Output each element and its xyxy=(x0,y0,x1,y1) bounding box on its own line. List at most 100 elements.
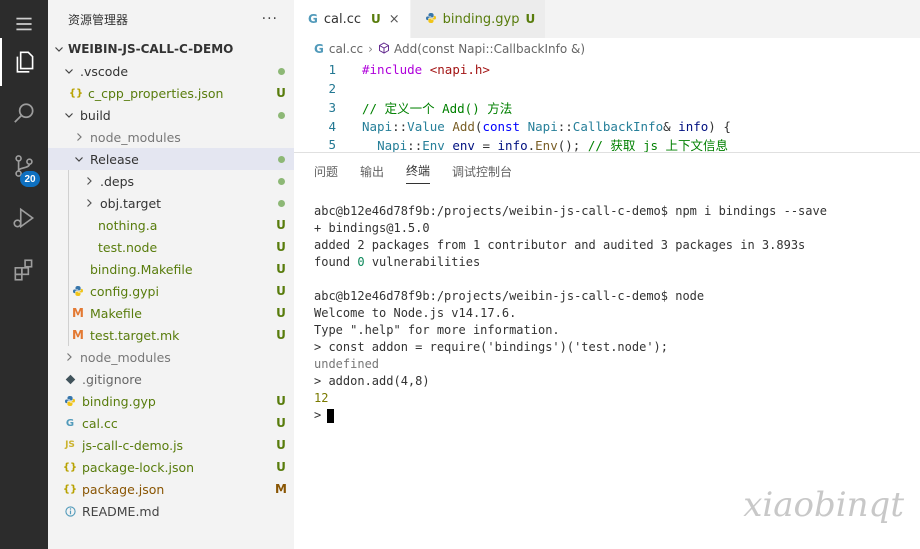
tree-item-binding-makefile[interactable]: binding.Makefile U xyxy=(48,258,294,280)
panel-tab-debug-console[interactable]: 调试控制台 xyxy=(452,159,512,184)
tree-item-obj-target[interactable]: obj.target xyxy=(48,192,294,214)
git-status: U xyxy=(276,394,286,408)
tree-item-label: .deps xyxy=(100,173,135,189)
watermark: xiaobinqt xyxy=(743,485,904,525)
panel-tab-problems[interactable]: 问题 xyxy=(314,159,338,184)
tab-git-status: U xyxy=(371,12,381,26)
tab-binding-gyp[interactable]: binding.gyp U xyxy=(410,0,547,38)
panel-tab-terminal[interactable]: 终端 xyxy=(406,158,431,184)
json-file-icon: {} xyxy=(62,483,78,495)
bottom-panel: 问题 输出 终端 调试控制台 abc@b12e46d78f9b:/project… xyxy=(294,152,920,549)
python-file-icon xyxy=(425,12,437,27)
tree-item-release[interactable]: Release xyxy=(48,148,294,170)
run-debug-icon[interactable] xyxy=(0,194,48,242)
code-line-5[interactable]: 5 Napi::Env env = info.Env(); // 获取 js 上… xyxy=(294,136,728,153)
git-status-dot xyxy=(268,174,294,188)
chevron-down-icon xyxy=(62,60,76,82)
breadcrumb-symbol[interactable]: Add(const Napi::CallbackInfo &) xyxy=(394,42,585,56)
json-file-icon: {} xyxy=(68,87,84,99)
tree-item-package-json[interactable]: {} package.json M xyxy=(48,478,294,500)
editor: G cal.cc U × binding.gyp U G cal.cc › Ad… xyxy=(294,0,920,152)
terminal-line: abc@b12e46d78f9b:/projects/weibin-js-cal… xyxy=(314,204,827,218)
explorer-sidebar: 资源管理器 ··· WEIBIN-JS-CALL-C-DEMO .vscode … xyxy=(48,0,294,549)
tree-item-label: cal.cc xyxy=(82,415,118,431)
git-status: U xyxy=(276,240,286,254)
cpp-file-icon: G xyxy=(314,42,324,56)
breadcrumb-file[interactable]: cal.cc xyxy=(329,42,363,56)
tab-label: cal.cc xyxy=(323,11,362,27)
chevron-right-icon xyxy=(62,346,76,368)
tree-item-test-target-mk[interactable]: M test.target.mk U xyxy=(48,324,294,346)
tree-item-label: package.json xyxy=(82,481,165,497)
close-icon[interactable]: × xyxy=(389,12,400,27)
terminal-line: 12 xyxy=(314,391,329,405)
code-line-3[interactable]: 3 // 定义一个 Add() 方法 xyxy=(294,98,512,117)
tree-item-binding-gyp[interactable]: binding.gyp U xyxy=(48,390,294,412)
terminal-line: added 2 packages from 1 contributor and … xyxy=(314,238,806,252)
python-file-icon xyxy=(62,395,78,407)
terminal-line: abc@b12e46d78f9b:/projects/weibin-js-cal… xyxy=(314,289,705,303)
line-number: 3 xyxy=(328,100,336,115)
cpp-file-icon: G xyxy=(308,12,318,26)
tree-item-label: Makefile xyxy=(90,305,142,321)
panel-tab-output[interactable]: 输出 xyxy=(360,159,384,184)
code-line-4[interactable]: 4 Napi::Value Add(const Napi::CallbackIn… xyxy=(294,117,730,136)
tab-cal-cc[interactable]: G cal.cc U × xyxy=(294,0,411,38)
chevron-down-icon xyxy=(72,148,86,170)
extensions-icon[interactable] xyxy=(0,246,48,294)
tree-item-label: README.md xyxy=(82,503,160,519)
sidebar-title: 资源管理器 xyxy=(68,12,129,27)
code-line-1[interactable]: 1 #include <napi.h> xyxy=(294,60,490,79)
line-number: 4 xyxy=(328,119,336,134)
explorer-icon[interactable] xyxy=(0,38,48,86)
git-status-dot xyxy=(268,152,294,166)
info-icon xyxy=(62,505,78,517)
line-number: 1 xyxy=(328,62,336,77)
tree-item-label: Release xyxy=(90,151,139,167)
cpp-file-icon: G xyxy=(65,417,75,429)
more-actions-icon[interactable]: ··· xyxy=(262,11,278,27)
tree-item-test-node[interactable]: test.node U xyxy=(48,236,294,258)
python-file-icon xyxy=(70,285,86,297)
tree-item-deps[interactable]: .deps xyxy=(48,170,294,192)
code-text: #include <napi.h> xyxy=(362,62,490,77)
tree-item-vscode[interactable]: .vscode xyxy=(48,60,294,82)
source-control-badge: 20 xyxy=(20,171,40,187)
tree-item-c-cpp-properties[interactable]: {} c_cpp_properties.json U xyxy=(48,82,294,104)
terminal-prompt-line[interactable]: > xyxy=(314,407,827,424)
tree-item-label: obj.target xyxy=(100,195,162,211)
tree-item-gitignore[interactable]: .gitignore xyxy=(48,368,294,390)
tree-item-label: config.gypi xyxy=(90,283,159,299)
tree-item-label: binding.Makefile xyxy=(90,261,193,277)
terminal[interactable]: abc@b12e46d78f9b:/projects/weibin-js-cal… xyxy=(314,203,827,424)
tree-item-label: build xyxy=(80,107,111,123)
code-line-2[interactable]: 2 xyxy=(294,79,362,98)
tree-item-cal-cc[interactable]: G cal.cc U xyxy=(48,412,294,434)
git-status: U xyxy=(276,86,286,100)
tree-item-label: binding.gyp xyxy=(82,393,156,409)
git-status-dot xyxy=(268,64,294,78)
terminal-prompt: > xyxy=(314,408,322,422)
git-status-dot xyxy=(268,196,294,210)
method-icon xyxy=(378,41,390,57)
json-file-icon: {} xyxy=(62,461,78,473)
tree-item-node-modules-build[interactable]: node_modules xyxy=(48,126,294,148)
tree-item-config-gypi[interactable]: config.gypi U xyxy=(48,280,294,302)
tree-item-nothing-a[interactable]: nothing.a U xyxy=(48,214,294,236)
tree-item-js-call-c-demo[interactable]: JS js-call-c-demo.js U xyxy=(48,434,294,456)
search-icon[interactable] xyxy=(0,90,48,138)
tree-item-label: test.target.mk xyxy=(90,327,180,343)
tree-item-readme[interactable]: README.md xyxy=(48,500,294,522)
tree-item-label: test.node xyxy=(98,239,158,255)
tree-item-node-modules[interactable]: node_modules xyxy=(48,346,294,368)
workspace-root[interactable]: WEIBIN-JS-CALL-C-DEMO xyxy=(48,38,294,60)
tree-item-package-lock[interactable]: {} package-lock.json U xyxy=(48,456,294,478)
line-number: 2 xyxy=(328,81,336,96)
terminal-line: > const addon = require('bindings')('tes… xyxy=(314,340,669,354)
javascript-file-icon: JS xyxy=(65,440,75,450)
source-control-icon[interactable]: 20 xyxy=(0,142,48,190)
tree-item-makefile[interactable]: M Makefile U xyxy=(48,302,294,324)
terminal-line: undefined xyxy=(314,357,380,371)
tree-item-build[interactable]: build xyxy=(48,104,294,126)
